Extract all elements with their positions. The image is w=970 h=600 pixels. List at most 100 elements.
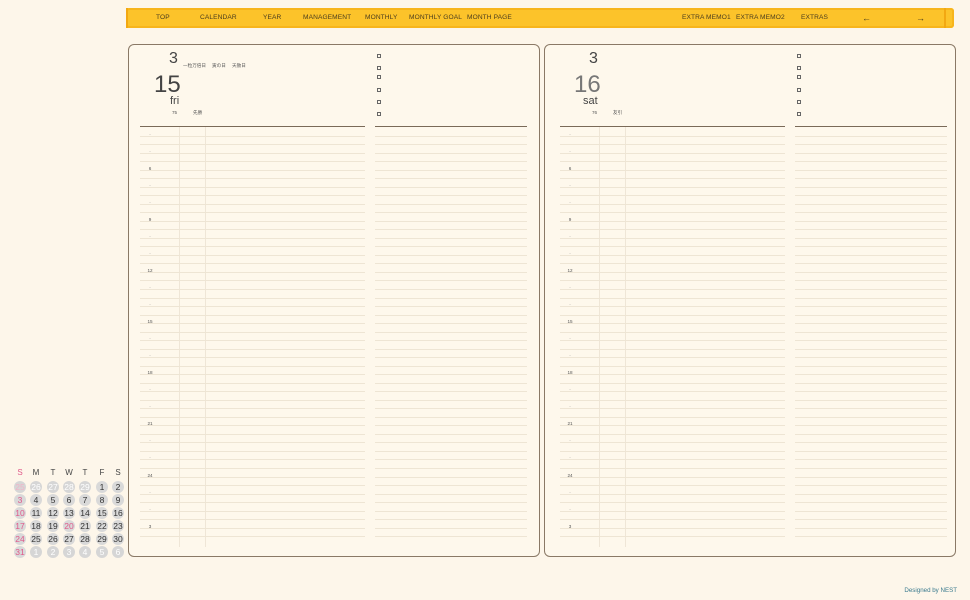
schedule-row-line	[560, 271, 785, 273]
calendar-day[interactable]: 5	[96, 546, 108, 558]
schedule-row-line	[140, 502, 365, 504]
calendar-day[interactable]: 26	[47, 533, 59, 545]
nav-calendar[interactable]: CALENDAR	[200, 8, 237, 28]
calendar-day[interactable]: 10	[14, 507, 26, 519]
calendar-day[interactable]: 21	[79, 520, 91, 532]
todo-checkbox[interactable]	[377, 54, 381, 58]
calendar-day[interactable]: 1	[96, 481, 108, 493]
memo-row-line	[375, 493, 527, 495]
todo-checkbox[interactable]	[797, 54, 801, 58]
event-label: 一粒万倍日	[183, 63, 206, 68]
memo-row-line	[375, 229, 527, 231]
schedule-row-line	[560, 229, 785, 231]
nav-management[interactable]: MANAGEMENT	[303, 8, 351, 28]
calendar-day[interactable]: 12	[47, 507, 59, 519]
schedule-row-line	[140, 527, 365, 529]
schedule-row-line	[560, 493, 785, 495]
calendar-day[interactable]: 17	[14, 520, 26, 532]
todo-checkbox[interactable]	[797, 112, 801, 116]
nav-extras[interactable]: EXTRAS	[801, 8, 828, 28]
calendar-day[interactable]: 29	[79, 481, 91, 493]
schedule-row-line	[140, 280, 365, 282]
calendar-day[interactable]: 6	[112, 546, 124, 558]
todo-checkbox[interactable]	[797, 88, 801, 92]
todo-checkbox[interactable]	[797, 75, 801, 79]
nav-top[interactable]: TOP	[156, 8, 170, 28]
calendar-day[interactable]: 30	[112, 533, 124, 545]
todo-checkbox[interactable]	[377, 100, 381, 104]
schedule-row-line	[140, 229, 365, 231]
calendar-day[interactable]: 11	[30, 507, 42, 519]
todo-checkbox[interactable]	[377, 75, 381, 79]
calendar-day[interactable]: 13	[63, 507, 75, 519]
schedule-row-line	[140, 348, 365, 350]
calendar-day[interactable]: 26	[30, 481, 42, 493]
calendar-day[interactable]: 29	[96, 533, 108, 545]
schedule-row-line	[560, 246, 785, 248]
calendar-day[interactable]: 4	[79, 546, 91, 558]
nav-month-page[interactable]: MONTH PAGE	[467, 8, 512, 28]
nav-monthly-goal[interactable]: MONTHLY GOAL	[409, 8, 462, 28]
schedule-row-line	[560, 263, 785, 265]
calendar-day[interactable]: 14	[79, 507, 91, 519]
calendar-day[interactable]: 8	[96, 494, 108, 506]
nav-extra-memo1[interactable]: EXTRA MEMO1	[682, 8, 731, 28]
memo-row-line	[795, 493, 947, 495]
nav-extra-memo2[interactable]: EXTRA MEMO2	[736, 8, 785, 28]
calendar-day[interactable]: 23	[112, 520, 124, 532]
calendar-day[interactable]: 28	[63, 481, 75, 493]
calendar-day[interactable]: 19	[47, 520, 59, 532]
schedule-row-line	[140, 263, 365, 265]
calendar-day[interactable]: 25	[14, 481, 26, 493]
calendar-day[interactable]: 5	[47, 494, 59, 506]
calendar-day[interactable]: 3	[14, 494, 26, 506]
todo-checkbox[interactable]	[377, 88, 381, 92]
schedule-row-line	[140, 365, 365, 367]
calendar-day[interactable]: 6	[63, 494, 75, 506]
calendar-day[interactable]: 7	[79, 494, 91, 506]
memo-row-line	[375, 450, 527, 452]
memo-row-line	[795, 510, 947, 512]
calendar-day[interactable]: 2	[47, 546, 59, 558]
schedule-row-line	[140, 271, 365, 273]
calendar-day[interactable]: 25	[30, 533, 42, 545]
todo-checkbox[interactable]	[377, 66, 381, 70]
memo-row-line	[375, 280, 527, 282]
schedule-row-line	[560, 510, 785, 512]
calendar-day[interactable]: 27	[47, 481, 59, 493]
calendar-day[interactable]: 15	[96, 507, 108, 519]
memo-row-line	[375, 442, 527, 444]
calendar-day[interactable]: 28	[79, 533, 91, 545]
calendar-day[interactable]: 22	[96, 520, 108, 532]
calendar-day[interactable]: 24	[14, 533, 26, 545]
todo-checkbox[interactable]	[797, 66, 801, 70]
nav-year[interactable]: YEAR	[263, 8, 281, 28]
calendar-day[interactable]: 4	[30, 494, 42, 506]
calendar-day[interactable]: 31	[14, 546, 26, 558]
memo-row-line	[795, 280, 947, 282]
calendar-day[interactable]: 9	[112, 494, 124, 506]
calendar-day[interactable]: 18	[30, 520, 42, 532]
calendar-day[interactable]: 20	[63, 520, 75, 532]
schedule-row-line	[560, 408, 785, 410]
memo-row-line	[795, 502, 947, 504]
memo-row-line	[795, 314, 947, 316]
calendar-day[interactable]: 2	[112, 481, 124, 493]
schedule-row-line	[140, 331, 365, 333]
memo-row-line	[375, 195, 527, 197]
nav-monthly[interactable]: MONTHLY	[365, 8, 397, 28]
schedule-row-line	[140, 323, 365, 325]
memo-row-line	[375, 246, 527, 248]
calendar-day[interactable]: 27	[63, 533, 75, 545]
calendar-day[interactable]: 16	[112, 507, 124, 519]
schedule-row-line	[140, 450, 365, 452]
calendar-day[interactable]: 1	[30, 546, 42, 558]
nav-next-arrow[interactable]: →	[916, 8, 925, 28]
calendar-day[interactable]: 3	[63, 546, 75, 558]
todo-checkbox[interactable]	[797, 100, 801, 104]
schedule-row-line	[140, 306, 365, 308]
nav-prev-arrow[interactable]: ←	[862, 8, 871, 28]
todo-checkbox[interactable]	[377, 112, 381, 116]
schedule-row-line	[140, 459, 365, 461]
memo-row-line	[795, 135, 947, 137]
